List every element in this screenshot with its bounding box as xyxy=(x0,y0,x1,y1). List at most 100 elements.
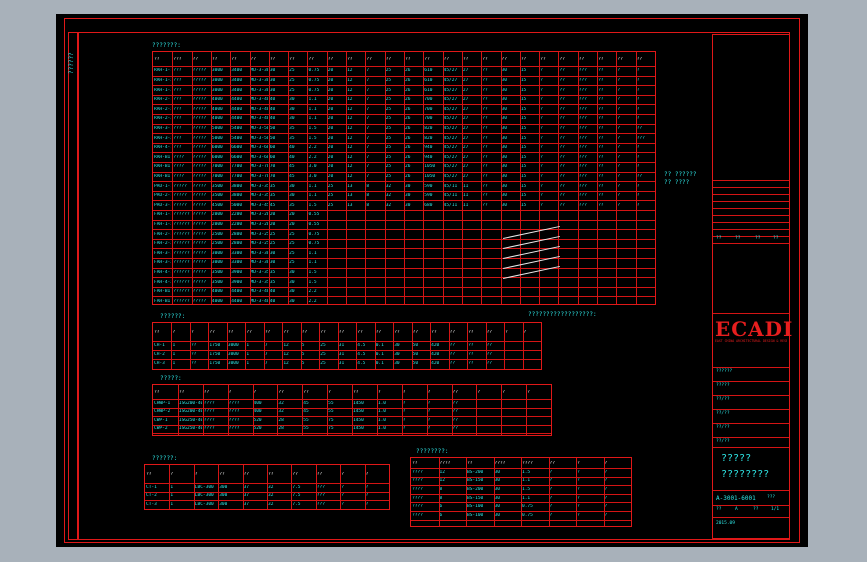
table-cell: FAH-1-1 xyxy=(154,212,172,218)
table-cell: 2800 xyxy=(231,231,243,237)
row-divider xyxy=(153,85,655,87)
table-cell: 4.5 xyxy=(357,361,366,366)
table-cell: 3900 xyxy=(231,269,243,275)
header-cell: ? xyxy=(328,389,331,395)
table-cell: ? xyxy=(540,164,543,170)
table-cell: ? xyxy=(577,512,580,518)
table-cell: 0.75 xyxy=(308,241,320,247)
row-divider xyxy=(153,133,655,135)
header-cell: ?? xyxy=(598,56,604,62)
table-cell: ?? xyxy=(449,343,456,348)
table-cell: 300 xyxy=(219,484,228,490)
table-cell: ? xyxy=(540,116,543,122)
table-cell: 27 xyxy=(462,77,469,83)
header-cell: ?? xyxy=(578,56,585,62)
table-cell: ????? xyxy=(192,145,207,151)
table-cell: ????? xyxy=(192,279,207,285)
table-cell: 1 xyxy=(170,493,174,499)
table-cell: 31 xyxy=(338,352,345,357)
table-cell: ?? xyxy=(559,87,565,93)
table-cell: 15 xyxy=(520,125,527,131)
table-cell: ?? xyxy=(598,193,604,199)
table-cell: 1.1 xyxy=(522,495,531,501)
header-cell: ?? xyxy=(292,471,298,477)
table-cell: 26 xyxy=(405,135,411,141)
table-cell: 12 xyxy=(283,361,289,366)
table-cell: 5000 xyxy=(231,202,243,208)
table-cell: 7700 xyxy=(231,164,243,170)
table-cell: ???? xyxy=(412,504,423,510)
table-cell: 30 xyxy=(501,135,507,141)
table-cell: ? xyxy=(617,154,621,160)
row-divider xyxy=(153,433,551,434)
table-cell: 55 xyxy=(303,426,309,432)
table-cell: CH-2 xyxy=(154,352,165,357)
table-cell: 8 xyxy=(439,487,443,492)
table-cell: ? xyxy=(540,87,543,93)
table-cell: ?????? xyxy=(173,279,190,285)
approval-3: ?? xyxy=(755,236,761,241)
table-cell: 20 xyxy=(327,135,334,141)
table-cell: ? xyxy=(365,501,369,507)
table-cell: ????? xyxy=(192,154,207,160)
table-cell: 20 xyxy=(327,173,334,179)
table-cell: 4400 xyxy=(231,97,243,103)
table-cell: ?? xyxy=(190,352,197,357)
table-cell: ?? xyxy=(559,77,565,83)
table-cell: 0.75 xyxy=(522,504,533,510)
table-cell: 25 xyxy=(327,202,334,208)
table-cell: 0.75 xyxy=(308,87,320,93)
row-divider xyxy=(153,238,655,240)
header-cell: ?? xyxy=(250,56,256,62)
table-cell: ? xyxy=(617,125,621,131)
header-cell: ?? xyxy=(394,329,400,335)
table-cell: ? xyxy=(365,484,369,490)
table-cell: ?? xyxy=(482,202,488,208)
table-cell: 55 xyxy=(328,409,334,415)
table-cell: 2.2 xyxy=(308,289,317,295)
row-divider xyxy=(153,258,655,259)
table-cell: ?? xyxy=(598,97,604,103)
table-cell: 32 xyxy=(268,493,274,499)
table-cell: 50 xyxy=(269,135,276,141)
table-cell: ????? xyxy=(192,68,207,74)
table-cell: 27 xyxy=(462,87,469,93)
table-cell: 11 xyxy=(462,183,469,189)
table-cell: ? xyxy=(604,495,608,501)
table-cell: CWP-1 xyxy=(154,417,168,423)
table-cell: 32 xyxy=(385,202,392,208)
table-cell: 25 xyxy=(289,68,295,74)
table-cell: ????? xyxy=(192,97,207,103)
table-cell: 25 xyxy=(385,106,392,112)
table-cell: ????? xyxy=(192,125,207,131)
table-cell: ? xyxy=(341,493,344,499)
table-cell: RAH-1-3 xyxy=(154,87,172,93)
table-cell: 0.75 xyxy=(308,68,320,74)
header-cell: ?? xyxy=(549,460,555,466)
table-cell: 7 xyxy=(366,106,370,112)
table-cell: 12 xyxy=(283,352,289,357)
header-cell: ?? xyxy=(283,329,289,335)
table-cell: 25 xyxy=(320,361,326,366)
table-cell: ??? xyxy=(316,484,325,490)
table-cell: 30 xyxy=(494,504,500,510)
header-cell: ? xyxy=(190,329,194,335)
table-cell: ? xyxy=(402,426,406,432)
table-cell: 25 xyxy=(289,250,295,256)
table-cell: 30 xyxy=(269,68,276,74)
approval-2: ?? xyxy=(735,236,741,241)
table-cell: CH-1 xyxy=(154,343,165,348)
table-cell: 3.0 xyxy=(308,164,317,170)
table-cell: ? xyxy=(604,469,608,475)
table-cell: 7 xyxy=(366,164,370,170)
info-line-4: ??/?? xyxy=(716,411,730,416)
table-cell: 1.1 xyxy=(522,478,531,484)
table-cell: 7 xyxy=(264,361,268,366)
table-cell: 5400 xyxy=(231,135,243,141)
table-cell: 11 xyxy=(462,202,469,208)
header-divider xyxy=(153,66,655,67)
table-cell: 40 xyxy=(269,97,276,103)
table-cell: 1 xyxy=(172,361,176,366)
table-cell: ? xyxy=(636,116,640,122)
table-cell: 7 xyxy=(366,135,370,141)
